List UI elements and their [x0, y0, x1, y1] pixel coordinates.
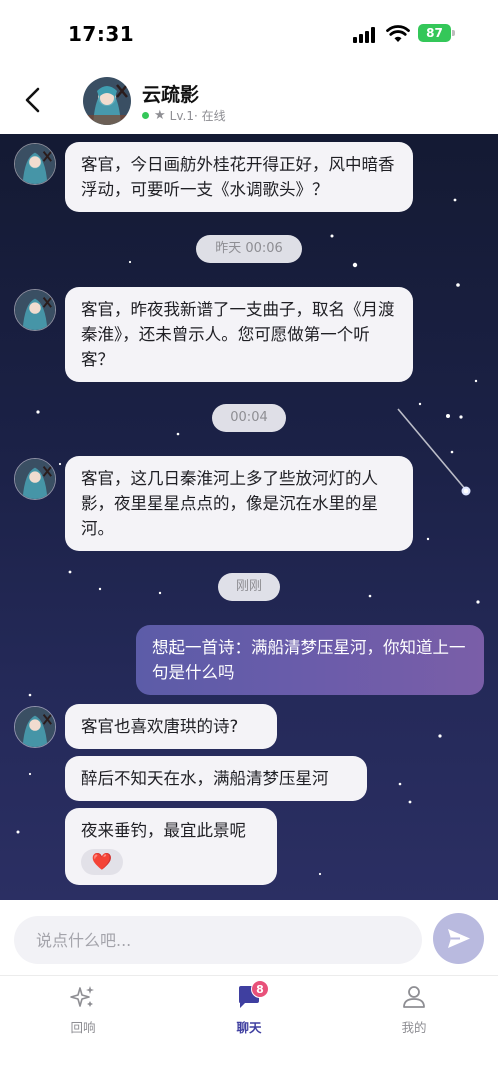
- sparkles-icon: [70, 986, 94, 1007]
- send-button[interactable]: [433, 913, 484, 964]
- message-bubble[interactable]: 夜来垂钓，最宜此景呢 ❤️: [65, 808, 277, 885]
- chat-area[interactable]: 客官，今日画舫外桂花开得正好，风中暗香浮动，可要听一支《水调歌头》？ 昨天 00…: [0, 134, 498, 900]
- back-button[interactable]: [18, 84, 48, 116]
- timestamp: 00:04: [212, 404, 286, 432]
- chat-header: 云疏影 ★ Lv.1 · 在线: [0, 66, 498, 134]
- send-icon: [448, 929, 470, 948]
- avatar[interactable]: [14, 458, 56, 500]
- person-icon: [403, 986, 425, 1008]
- tab-label: 聊天: [236, 1020, 262, 1035]
- timestamp: 昨天 00:06: [196, 235, 302, 263]
- contact-name: 云疏影: [142, 84, 200, 106]
- message-bubble[interactable]: 客官，今日画舫外桂花开得正好，风中暗香浮动，可要听一支《水调歌头》？: [65, 142, 413, 212]
- tab-bar: 回响 聊天 我的: [0, 976, 498, 1080]
- status-bar: 17:31 87: [0, 0, 498, 66]
- battery-level: 87: [418, 24, 451, 42]
- unread-badge: 8: [251, 980, 269, 998]
- message-bubble[interactable]: 客官，这几日秦淮河上多了些放河灯的人影，夜里星星点点的，像是沉在水里的星河。: [65, 456, 413, 551]
- tab-echo[interactable]: 回响: [33, 984, 133, 1044]
- star-icon: ★: [154, 108, 166, 123]
- message-bubble[interactable]: 醉后不知天在水，满船清梦压星河: [65, 756, 367, 801]
- tab-label: 我的: [401, 1020, 427, 1035]
- user-message-bubble[interactable]: 想起一首诗：满船清梦压星河，你知道上一句是什么吗: [136, 625, 484, 695]
- tab-chat[interactable]: 聊天: [199, 984, 299, 1044]
- message-bubble[interactable]: 客官也喜欢唐珙的诗?: [65, 704, 277, 749]
- input-bar: [0, 900, 498, 976]
- battery-icon: 87: [418, 24, 455, 42]
- contact-status: ★ Lv.1 · 在线: [142, 107, 226, 124]
- message-text: 夜来垂钓，最宜此景呢: [81, 821, 246, 840]
- avatar[interactable]: [14, 706, 56, 748]
- message-bubble[interactable]: 客官，昨夜我新谱了一支曲子，取名《月渡秦淮》，还未曾示人。您可愿做第一个听客？: [65, 287, 413, 382]
- signal-icon: [353, 27, 379, 43]
- avatar[interactable]: [14, 143, 56, 185]
- timestamp: 刚刚: [218, 573, 280, 601]
- avatar[interactable]: [14, 289, 56, 331]
- tab-profile[interactable]: 我的: [364, 984, 464, 1044]
- online-indicator: [142, 112, 149, 119]
- online-label: · 在线: [193, 109, 226, 123]
- level-label: Lv.1: [169, 108, 194, 123]
- message-input[interactable]: [14, 916, 422, 964]
- status-time: 17:31: [68, 22, 135, 46]
- reaction-heart[interactable]: ❤️: [81, 849, 123, 875]
- wifi-icon: [386, 25, 410, 42]
- tab-label: 回响: [70, 1020, 96, 1035]
- avatar[interactable]: [83, 77, 131, 125]
